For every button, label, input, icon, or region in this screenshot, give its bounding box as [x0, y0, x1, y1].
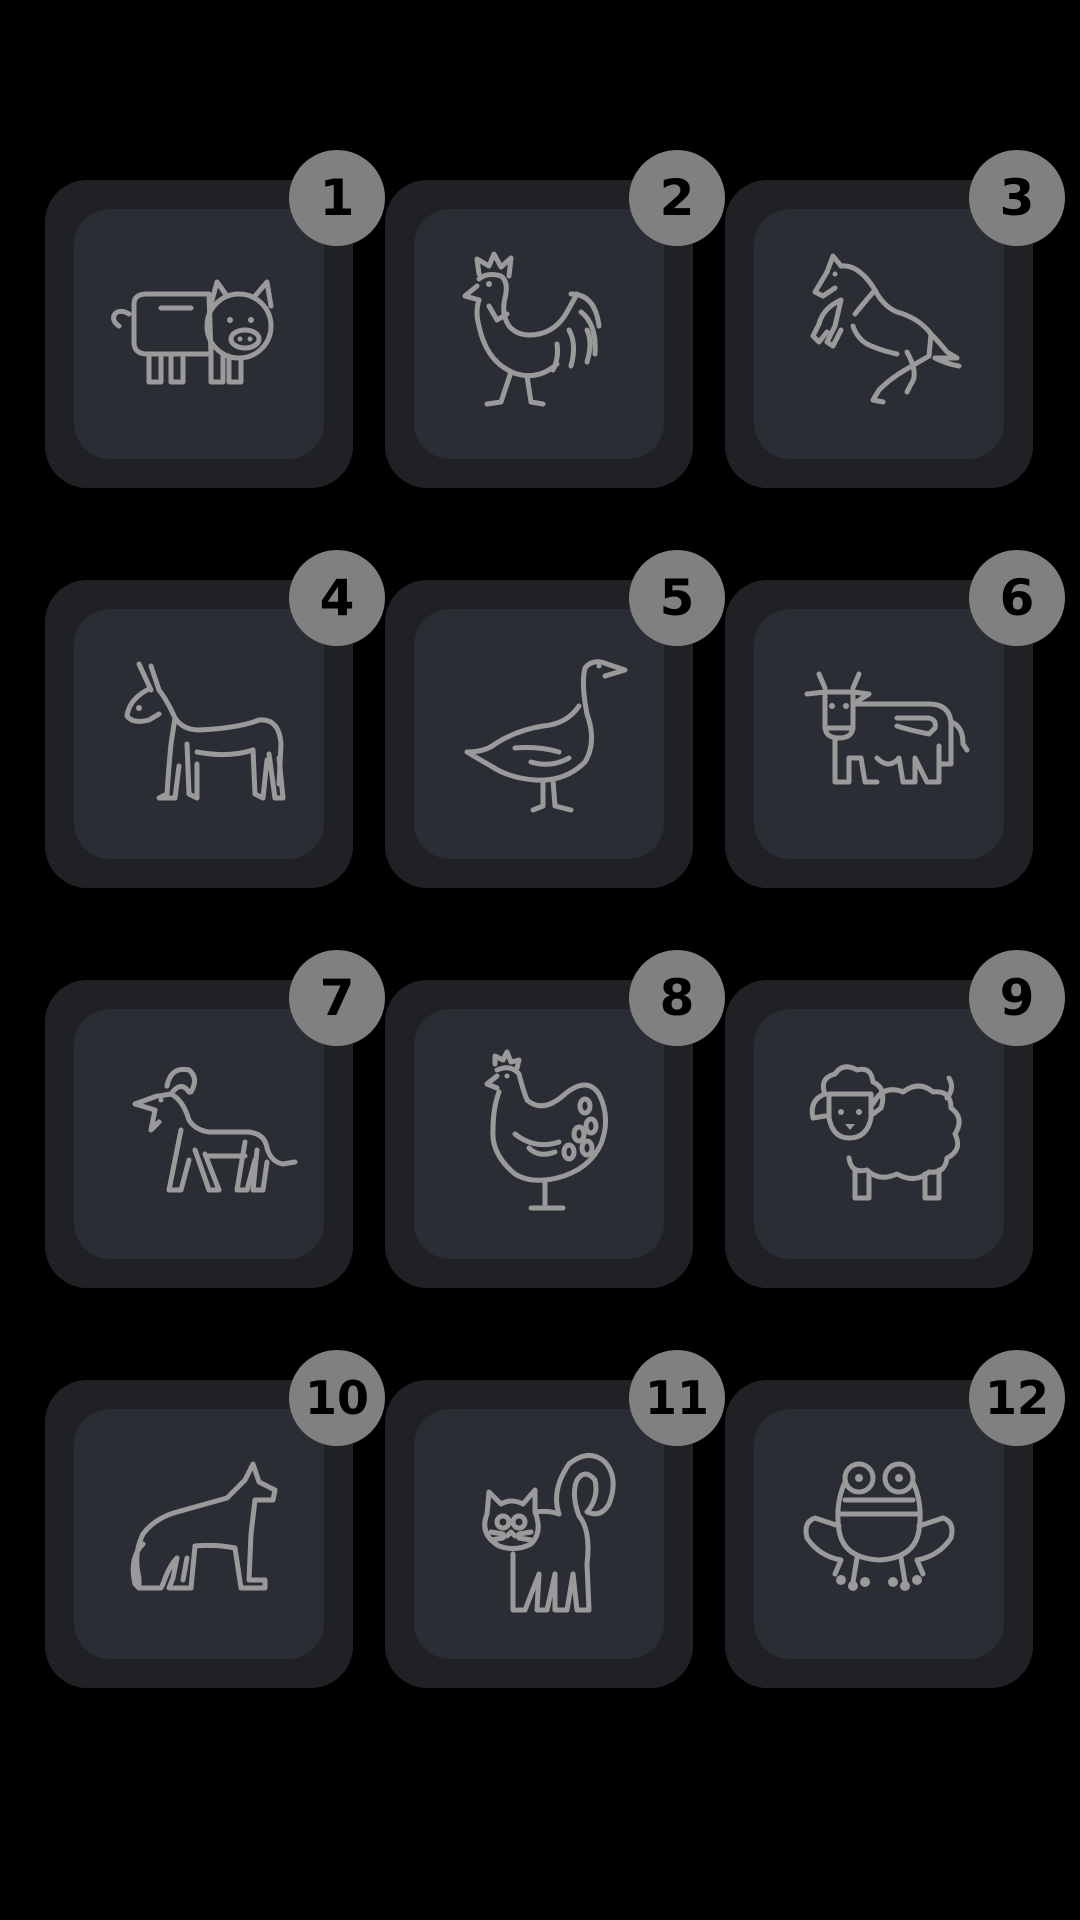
tile-face: [754, 209, 1004, 459]
badge-number: 9: [969, 950, 1065, 1046]
animal-tile-dog[interactable]: 10: [45, 1350, 385, 1688]
cat-icon: [482, 1453, 616, 1613]
hen-icon: [484, 1049, 608, 1211]
sheep-icon: [809, 1064, 962, 1201]
rooster-icon: [462, 251, 602, 407]
tile-face: [754, 1009, 1004, 1259]
animal-tile-goat[interactable]: 7: [45, 950, 385, 1288]
goat-icon: [132, 1066, 298, 1193]
badge-number: 1: [289, 150, 385, 246]
badge-number: 3: [969, 150, 1065, 246]
animal-grid: 1 2 3 4 5 6 7 8 9 10 11 12: [45, 150, 1065, 1688]
badge-number: 5: [629, 550, 725, 646]
tile-face: [414, 1409, 664, 1659]
animal-tile-sheep[interactable]: 9: [725, 950, 1065, 1288]
tile-face: [754, 609, 1004, 859]
goose-icon: [464, 659, 628, 813]
badge-number: 10: [289, 1350, 385, 1446]
tile-face: [74, 1009, 324, 1259]
animal-tile-donkey[interactable]: 4: [45, 550, 385, 888]
pig-icon: [111, 279, 274, 385]
badge-number: 4: [289, 550, 385, 646]
donkey-icon: [124, 661, 286, 801]
badge-number: 12: [969, 1350, 1065, 1446]
animal-tile-frog[interactable]: 12: [725, 1350, 1065, 1688]
tile-face: [414, 209, 664, 459]
animal-tile-horse[interactable]: 3: [725, 150, 1065, 488]
horse-icon: [810, 253, 962, 405]
tile-face: [754, 1409, 1004, 1659]
animal-tile-hen[interactable]: 8: [385, 950, 725, 1288]
badge-number: 6: [969, 550, 1065, 646]
animal-tile-rooster[interactable]: 2: [385, 150, 725, 488]
dog-icon: [130, 1461, 278, 1591]
animal-tile-goose[interactable]: 5: [385, 550, 725, 888]
badge-number: 11: [629, 1350, 725, 1446]
badge-number: 8: [629, 950, 725, 1046]
tile-face: [74, 209, 324, 459]
badge-number: 2: [629, 150, 725, 246]
tile-face: [414, 609, 664, 859]
tile-face: [74, 609, 324, 859]
animal-tile-cow[interactable]: 6: [725, 550, 1065, 888]
cow-icon: [804, 671, 970, 785]
frog-icon: [803, 1461, 955, 1591]
tile-face: [414, 1009, 664, 1259]
animal-tile-cat[interactable]: 11: [385, 1350, 725, 1688]
tile-face: [74, 1409, 324, 1659]
animal-tile-pig[interactable]: 1: [45, 150, 385, 488]
badge-number: 7: [289, 950, 385, 1046]
